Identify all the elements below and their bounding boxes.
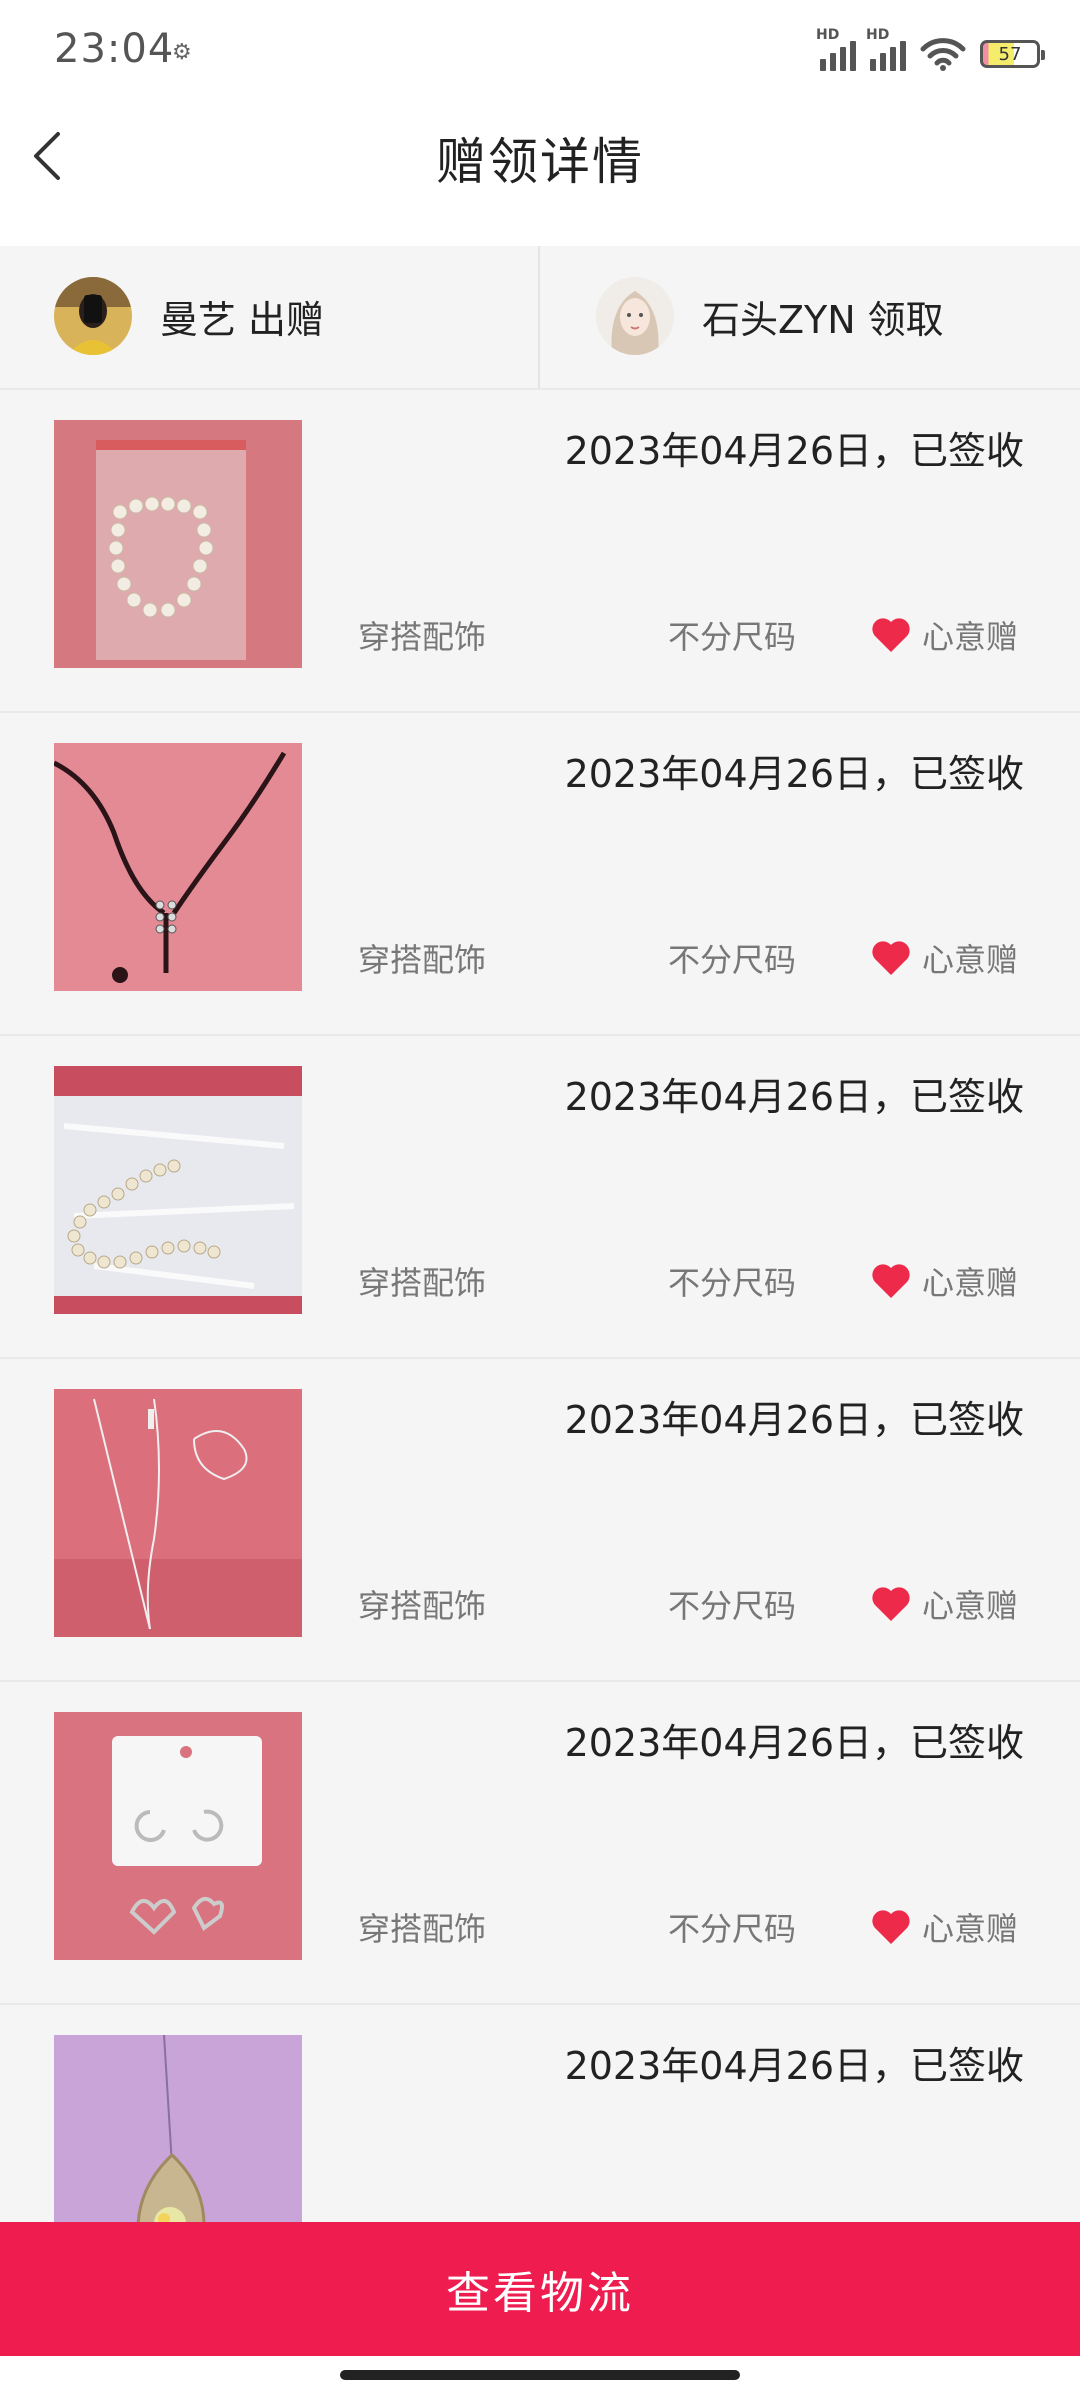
item-category: 穿搭配饰 (358, 618, 487, 656)
item-category: 穿搭配饰 (358, 1910, 487, 1948)
item-type: 心意赠 (870, 1258, 1018, 1304)
item-photo (54, 1712, 302, 1960)
item-date-status: 2023年04月26日，已签收 (564, 752, 1024, 796)
status-bar: 23:04 ⚙ HD HD 57 (0, 0, 1080, 100)
giver-avatar (54, 277, 132, 355)
item-date-status: 2023年04月26日，已签收 (564, 1721, 1024, 1765)
item-date-status: 2023年04月26日，已签收 (564, 1398, 1024, 1442)
heart-icon (872, 941, 910, 975)
heart-icon (872, 1264, 910, 1298)
item-size: 不分尺码 (668, 1264, 797, 1302)
receiver-avatar (596, 277, 674, 355)
item-category: 穿搭配饰 (358, 1264, 487, 1302)
giver-info[interactable]: 曼艺 出赠 (54, 276, 324, 356)
item-size: 不分尺码 (668, 941, 797, 979)
list-item[interactable]: 2023年04月26日，已签收 穿搭配饰 不分尺码 心意赠 (0, 1036, 1080, 1359)
gesture-bar-area (0, 2356, 1080, 2400)
wifi-icon (920, 38, 966, 71)
nav-bar: 赠领详情 (0, 100, 1080, 246)
item-size: 不分尺码 (668, 618, 797, 656)
vertical-divider (538, 246, 540, 388)
list-item[interactable]: 2023年04月26日，已签收 穿搭配饰 不分尺码 心意赠 (0, 390, 1080, 713)
gift-item-list: 2023年04月26日，已签收 穿搭配饰 不分尺码 心意赠 2023年04月26… (0, 390, 1080, 2328)
item-date-status: 2023年04月26日，已签收 (564, 1075, 1024, 1119)
item-category: 穿搭配饰 (358, 941, 487, 979)
item-photo (54, 420, 302, 668)
item-type: 心意赠 (870, 1904, 1018, 1950)
cell-signal-icon: HD (816, 27, 856, 71)
item-type-label: 心意赠 (921, 618, 1018, 656)
item-photo (54, 1389, 302, 1637)
item-type: 心意赠 (870, 935, 1018, 981)
settings-gear-icon: ⚙ (172, 40, 192, 65)
giver-role: 出赠 (248, 297, 325, 342)
item-date-status: 2023年04月26日，已签收 (564, 429, 1024, 473)
signal-hd-label: HD (816, 27, 840, 43)
item-type: 心意赠 (870, 612, 1018, 658)
list-item[interactable]: 2023年04月26日，已签收 穿搭配饰 不分尺码 心意赠 (0, 1682, 1080, 2005)
receiver-role: 领取 (867, 297, 944, 342)
item-type-label: 心意赠 (921, 941, 1018, 979)
item-type-label: 心意赠 (921, 1264, 1018, 1302)
screen: 23:04 ⚙ HD HD 57 赠领详情 曼艺 出赠 石头ZYN 领取 202… (0, 0, 1080, 2400)
item-date-status: 2023年04月26日，已签收 (564, 2044, 1024, 2088)
cell-signal-icon-2: HD (866, 27, 906, 71)
item-type-label: 心意赠 (921, 1587, 1018, 1625)
item-size: 不分尺码 (668, 1587, 797, 1625)
heart-icon (872, 618, 910, 652)
page-title: 赠领详情 (436, 133, 644, 191)
view-logistics-button[interactable]: 查看物流 (0, 2222, 1080, 2356)
heart-icon (872, 1587, 910, 1621)
item-type-label: 心意赠 (921, 1910, 1018, 1948)
item-type: 心意赠 (870, 1581, 1018, 1627)
signal-hd-label-2: HD (866, 27, 890, 43)
battery-icon: 57 (980, 40, 1045, 68)
item-size: 不分尺码 (668, 1910, 797, 1948)
receiver-info[interactable]: 石头ZYN 领取 (596, 276, 944, 356)
home-indicator[interactable] (340, 2370, 740, 2380)
status-icons: HD HD 57 (816, 27, 1045, 74)
receiver-name: 石头ZYN (702, 297, 856, 342)
list-item[interactable]: 2023年04月26日，已签收 穿搭配饰 不分尺码 心意赠 (0, 1359, 1080, 1682)
participants-row: 曼艺 出赠 石头ZYN 领取 (0, 246, 1080, 390)
item-photo (54, 743, 302, 991)
item-category: 穿搭配饰 (358, 1587, 487, 1625)
giver-name: 曼艺 (160, 297, 237, 342)
list-item[interactable]: 2023年04月26日，已签收 穿搭配饰 不分尺码 心意赠 (0, 713, 1080, 1036)
heart-icon (872, 1910, 910, 1944)
item-photo (54, 1066, 302, 1314)
status-time: 23:04 (54, 26, 175, 72)
